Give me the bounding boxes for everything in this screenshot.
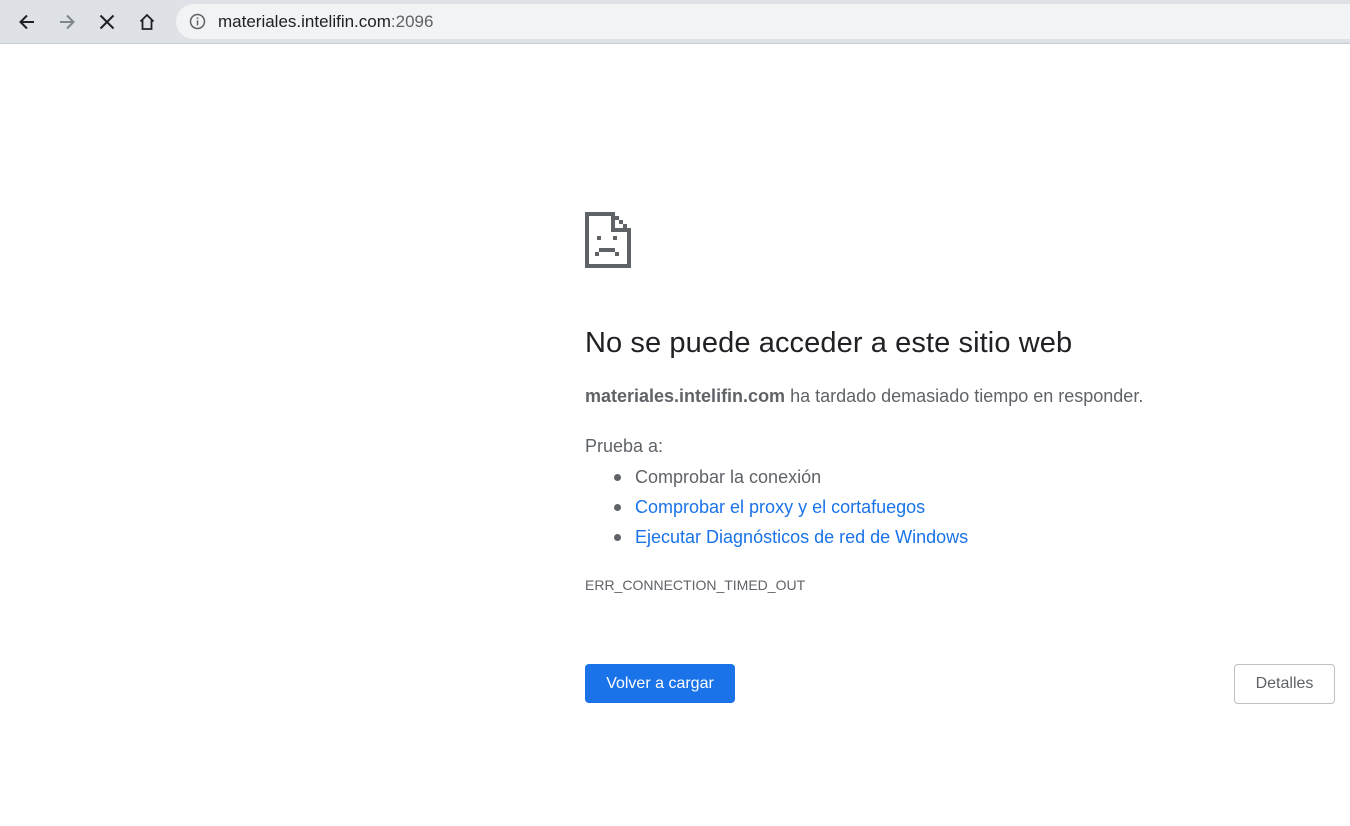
suggestion-run-diagnostics-link[interactable]: Ejecutar Diagnósticos de red de Windows xyxy=(635,527,968,547)
list-item: Ejecutar Diagnósticos de red de Windows xyxy=(585,525,968,555)
browser-toolbar: materiales.intelifin.com:2096 xyxy=(0,0,1350,44)
url-port: :2096 xyxy=(390,12,434,31)
suggestions-list: Comprobar la conexión Comprobar el proxy… xyxy=(585,465,968,555)
reload-button[interactable]: Volver a cargar xyxy=(585,664,735,703)
url-text[interactable]: materiales.intelifin.com:2096 xyxy=(218,12,433,31)
bullet-icon xyxy=(614,534,621,541)
stop-loading-button[interactable] xyxy=(91,6,123,38)
forward-button[interactable] xyxy=(51,6,83,38)
details-button[interactable]: Detalles xyxy=(1234,664,1335,704)
error-headline: No se puede acceder a este sitio web xyxy=(585,327,1073,359)
url-host: materiales.intelifin.com xyxy=(218,12,391,31)
error-code: ERR_CONNECTION_TIMED_OUT xyxy=(585,577,806,593)
home-button[interactable] xyxy=(131,6,163,38)
info-circle-icon[interactable] xyxy=(189,13,206,30)
home-icon xyxy=(139,13,155,30)
bullet-icon xyxy=(614,474,621,481)
back-button[interactable] xyxy=(11,6,43,38)
error-summary-host: materiales.intelifin.com xyxy=(585,386,786,406)
suggestions-label: Prueba a: xyxy=(585,436,664,456)
sad-page-icon xyxy=(585,212,631,268)
suggestion-check-connection: Comprobar la conexión xyxy=(635,467,822,487)
list-item: Comprobar la conexión xyxy=(585,465,968,495)
suggestion-check-proxy-link[interactable]: Comprobar el proxy y el cortafuegos xyxy=(635,497,925,517)
bullet-icon xyxy=(614,504,621,511)
close-icon xyxy=(99,14,115,30)
list-item: Comprobar el proxy y el cortafuegos xyxy=(585,495,968,525)
error-summary: materiales.intelifin.com ha tardado dema… xyxy=(585,386,1143,407)
address-bar[interactable]: materiales.intelifin.com:2096 xyxy=(176,4,1350,39)
arrow-right-icon xyxy=(60,14,75,30)
error-summary-text: ha tardado demasiado tiempo en responder… xyxy=(785,386,1144,406)
arrow-left-icon xyxy=(19,14,34,30)
